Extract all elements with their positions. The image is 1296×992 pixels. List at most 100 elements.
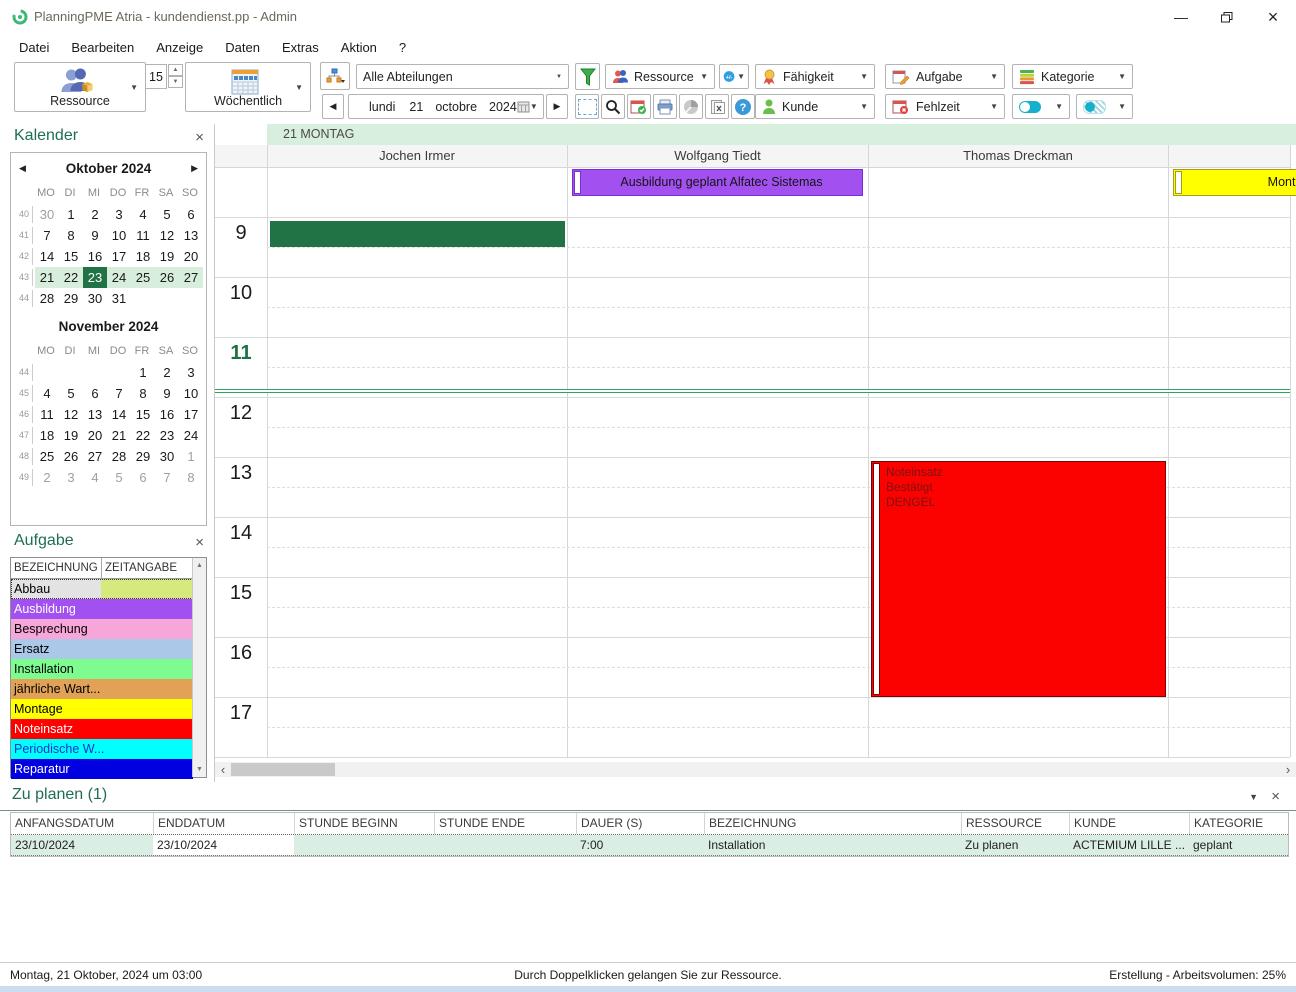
calendar-day-cell[interactable]: 18 bbox=[35, 425, 59, 446]
task-row[interactable]: Ersatz bbox=[11, 639, 193, 659]
task-row[interactable]: Noteinsatz bbox=[11, 719, 193, 739]
prev-day-button[interactable]: ◀ bbox=[322, 94, 344, 119]
excel-export-button[interactable] bbox=[705, 94, 729, 119]
task-row[interactable]: Besprechung bbox=[11, 619, 193, 639]
scroll-right-icon[interactable]: › bbox=[1280, 762, 1296, 777]
calendar-day-cell[interactable]: 11 bbox=[131, 225, 155, 246]
calendar-day-cell[interactable]: 9 bbox=[155, 383, 179, 404]
scroll-left-icon[interactable]: ‹ bbox=[215, 762, 231, 777]
calendar-day-cell[interactable]: 17 bbox=[179, 404, 203, 425]
menu-item[interactable]: Daten bbox=[214, 40, 271, 55]
calendar-day-cell[interactable]: 3 bbox=[107, 204, 131, 225]
aufgabe-filter[interactable]: Aufgabe ▼ bbox=[885, 64, 1005, 89]
resource-button[interactable]: ▼ Ressource bbox=[14, 62, 146, 112]
calendar-day-cell[interactable]: 24 bbox=[107, 267, 131, 288]
kunde-filter[interactable]: Kunde ▼ bbox=[755, 94, 875, 119]
menu-item[interactable]: Bearbeiten bbox=[60, 40, 145, 55]
resource-count-value[interactable]: 15 bbox=[145, 64, 167, 89]
calendar-day-cell[interactable]: 22 bbox=[59, 267, 83, 288]
calendar-day-cell[interactable]: 5 bbox=[59, 383, 83, 404]
stepper-up-icon[interactable]: ▲ bbox=[168, 64, 183, 76]
calendar-day-cell[interactable]: 1 bbox=[59, 204, 83, 225]
calendar-day-cell[interactable]: 11 bbox=[35, 404, 59, 425]
calendar-day-cell[interactable]: 27 bbox=[179, 267, 203, 288]
calendar-day-cell[interactable]: 3 bbox=[179, 362, 203, 383]
minimize-button[interactable]: — bbox=[1158, 0, 1204, 34]
calendar-day-cell[interactable]: 1 bbox=[131, 362, 155, 383]
calendar-day-cell[interactable]: 7 bbox=[155, 467, 179, 488]
calendar-day-cell[interactable]: 17 bbox=[107, 246, 131, 267]
calendar-day-cell[interactable]: 21 bbox=[107, 425, 131, 446]
horizontal-scrollbar[interactable]: ‹ › bbox=[215, 762, 1296, 777]
calendar-day-cell[interactable]: 16 bbox=[155, 404, 179, 425]
calendar-day-cell[interactable]: 15 bbox=[59, 246, 83, 267]
calendar-day-cell[interactable]: 30 bbox=[83, 288, 107, 309]
maximize-button[interactable] bbox=[1204, 0, 1250, 34]
calendar-day-cell[interactable]: 5 bbox=[155, 204, 179, 225]
counter-toggle-button[interactable]: +/- ▼ bbox=[719, 64, 749, 89]
calendar-day-cell[interactable]: 2 bbox=[35, 467, 59, 488]
calendar-day-cell[interactable]: 19 bbox=[59, 425, 83, 446]
zu-planen-column-header[interactable]: STUNDE ENDE bbox=[434, 813, 576, 834]
stepper-down-icon[interactable]: ▼ bbox=[168, 76, 183, 88]
calendar-day-cell[interactable]: 8 bbox=[131, 383, 155, 404]
calendar-day-cell[interactable]: 13 bbox=[83, 404, 107, 425]
calendar-day-cell[interactable]: 23 bbox=[155, 425, 179, 446]
zu-planen-column-header[interactable]: BEZEICHNUNG bbox=[704, 813, 961, 834]
calendar-day-cell[interactable]: 23 bbox=[83, 267, 107, 288]
resource-count-stepper[interactable]: 15 ▲ ▼ bbox=[145, 64, 183, 89]
calendar-day-cell[interactable]: 6 bbox=[83, 383, 107, 404]
scrollbar-thumb[interactable] bbox=[231, 763, 335, 776]
calendar-day-cell[interactable]: 20 bbox=[179, 246, 203, 267]
scroll-up-icon[interactable]: ▲ bbox=[193, 558, 206, 573]
calendar-day-cell[interactable]: 29 bbox=[59, 288, 83, 309]
calendar-day-cell[interactable]: 1 bbox=[179, 446, 203, 467]
calendar-day-cell[interactable]: 2 bbox=[155, 362, 179, 383]
calendar-next-icon[interactable]: ▶ bbox=[191, 163, 198, 174]
calendar-day-cell[interactable]: 13 bbox=[179, 225, 203, 246]
task-row[interactable]: Montage bbox=[11, 699, 193, 719]
next-day-button[interactable]: ▶ bbox=[546, 94, 568, 119]
montage-event[interactable]: Montage bbox=[1173, 169, 1296, 196]
calendar-day-cell[interactable]: 30 bbox=[35, 204, 59, 225]
ressource-filter[interactable]: Ressource ▼ bbox=[605, 64, 715, 89]
calendar-day-cell[interactable]: 4 bbox=[83, 467, 107, 488]
calendar-day-cell[interactable]: 22 bbox=[131, 425, 155, 446]
calendar-prev-icon[interactable]: ◀ bbox=[19, 163, 26, 174]
select-mode-button[interactable] bbox=[575, 94, 599, 119]
calendar-day-cell[interactable]: 16 bbox=[83, 246, 107, 267]
display-toggle-filter[interactable]: ▼ bbox=[1012, 94, 1070, 119]
task-scrollbar[interactable]: ▲ ▼ bbox=[192, 558, 206, 777]
calendar-day-cell[interactable]: 27 bbox=[83, 446, 107, 467]
calendar-day-cell[interactable]: 8 bbox=[59, 225, 83, 246]
date-select[interactable]: lundi 21 octobre 2024 ▼ bbox=[348, 94, 544, 119]
zu-planen-column-header[interactable]: STUNDE BEGINN bbox=[294, 813, 434, 834]
org-chart-button[interactable] bbox=[320, 62, 350, 90]
department-filter-select[interactable]: Alle Abteilungen ▼ bbox=[356, 64, 569, 89]
display-toggle-filter-2[interactable]: ▼ bbox=[1076, 94, 1133, 119]
close-button[interactable]: × bbox=[1250, 0, 1296, 34]
calendar-day-cell[interactable]: 28 bbox=[35, 288, 59, 309]
calendar-day-cell[interactable]: 20 bbox=[83, 425, 107, 446]
chevron-down-icon[interactable]: ▼ bbox=[1249, 792, 1258, 802]
calendar-day-cell[interactable]: 2 bbox=[83, 204, 107, 225]
zu-planen-column-header[interactable]: ANFANGSDATUM bbox=[11, 813, 153, 834]
calendar-day-cell[interactable]: 6 bbox=[179, 204, 203, 225]
calendar-day-cell[interactable]: 4 bbox=[131, 204, 155, 225]
task-row[interactable]: jährliche Wart... bbox=[11, 679, 193, 699]
calendar-day-cell[interactable]: 12 bbox=[155, 225, 179, 246]
menu-item[interactable]: Anzeige bbox=[145, 40, 214, 55]
calendar-day-cell[interactable]: 5 bbox=[107, 467, 131, 488]
zu-planen-column-header[interactable]: ENDDATUM bbox=[153, 813, 294, 834]
search-button[interactable] bbox=[601, 94, 625, 119]
calendar-day-cell[interactable]: 29 bbox=[131, 446, 155, 467]
scroll-down-icon[interactable]: ▼ bbox=[193, 762, 206, 777]
calendar-day-cell[interactable]: 10 bbox=[179, 383, 203, 404]
view-mode-button[interactable]: ▼ Wöchentlich bbox=[185, 62, 311, 112]
zu-planen-column-header[interactable]: RESSOURCE bbox=[961, 813, 1069, 834]
task-row[interactable]: Ausbildung bbox=[11, 599, 193, 619]
noteinsatz-event[interactable]: NoteinsatzBestätigtDENGEL bbox=[871, 461, 1166, 697]
calendar-day-cell[interactable]: 26 bbox=[59, 446, 83, 467]
calendar-day-cell[interactable]: 25 bbox=[35, 446, 59, 467]
menu-item[interactable]: Extras bbox=[271, 40, 330, 55]
